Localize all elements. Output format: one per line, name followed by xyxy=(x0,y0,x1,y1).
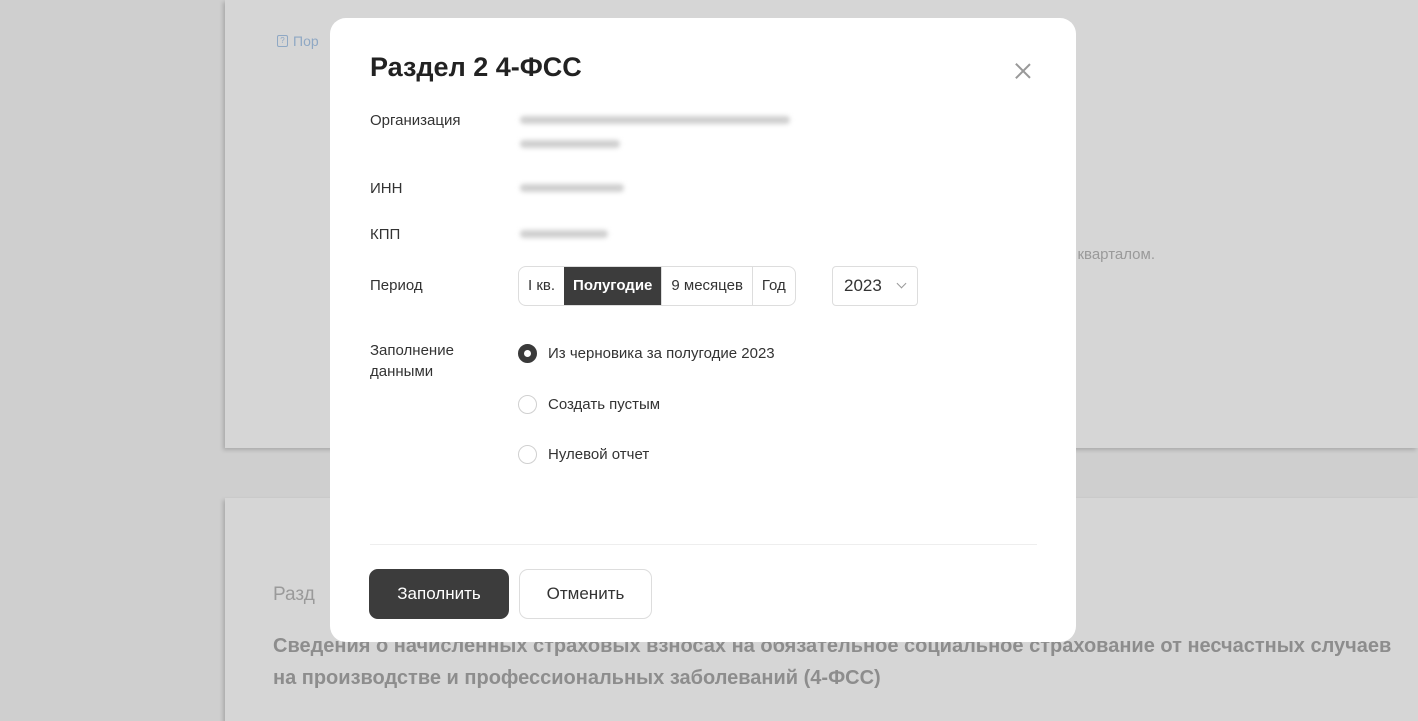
radio-unchecked-icon xyxy=(518,445,537,464)
radio-zero-report[interactable]: Нулевой отчет xyxy=(518,445,649,464)
radio-unchecked-icon xyxy=(518,395,537,414)
period-selector: I кв. Полугодие 9 месяцев Год xyxy=(518,266,796,306)
kpp-value-redacted xyxy=(520,230,608,238)
help-icon: ? xyxy=(277,35,288,47)
background-hint-text: м кварталом. xyxy=(1063,246,1155,263)
inn-label: ИНН xyxy=(370,180,403,197)
inn-value-redacted xyxy=(520,184,624,192)
year-select[interactable]: 2023 xyxy=(832,266,918,306)
organization-value-redacted xyxy=(520,116,790,124)
period-option-year[interactable]: Год xyxy=(751,267,795,305)
period-option-q1[interactable]: I кв. xyxy=(519,267,564,305)
period-option-9-months[interactable]: 9 месяцев xyxy=(661,267,752,305)
fill-report-dialog: Раздел 2 4-ФСС Организация ИНН КПП Перио… xyxy=(330,18,1076,642)
organization-value-redacted-line2 xyxy=(520,140,620,148)
period-option-half-year[interactable]: Полугодие xyxy=(564,267,662,305)
radio-from-draft[interactable]: Из черновика за полугодие 2023 xyxy=(518,344,775,363)
close-icon[interactable] xyxy=(1013,61,1033,81)
kpp-label: КПП xyxy=(370,226,401,243)
dialog-title: Раздел 2 4-ФСС xyxy=(370,52,582,82)
radio-checked-icon xyxy=(518,344,537,363)
radio-create-empty[interactable]: Создать пустым xyxy=(518,395,660,414)
cancel-button[interactable]: Отменить xyxy=(519,569,652,619)
fill-data-label: Заполнение данными xyxy=(370,342,454,380)
period-label: Период xyxy=(370,277,423,294)
help-link[interactable]: ? Пор xyxy=(277,33,319,49)
divider xyxy=(370,544,1037,545)
chevron-down-icon xyxy=(896,278,907,289)
section-title: Разд xyxy=(273,584,315,605)
organization-label: Организация xyxy=(370,112,461,129)
fill-button[interactable]: Заполнить xyxy=(369,569,509,619)
